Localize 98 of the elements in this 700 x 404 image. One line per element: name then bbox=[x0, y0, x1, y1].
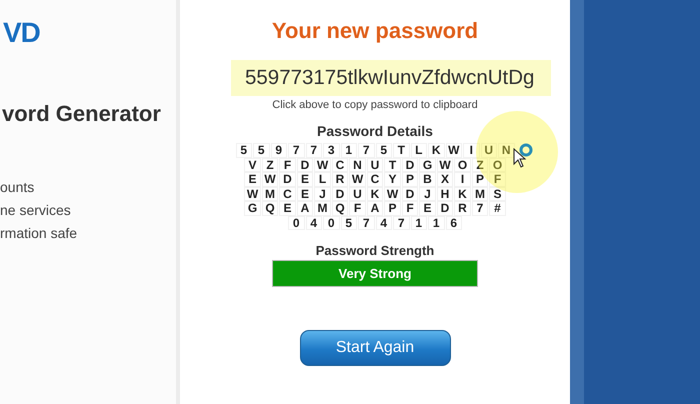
character-cell: 1 bbox=[410, 216, 427, 230]
character-cell: E bbox=[419, 201, 436, 216]
character-cell: 9 bbox=[270, 143, 287, 158]
character-cell: F bbox=[489, 172, 506, 186]
strength-bar: Very Strong bbox=[272, 260, 478, 287]
character-cell: C bbox=[279, 186, 296, 201]
character-cell: D bbox=[402, 186, 418, 201]
copy-hint: Click above to copy password to clipboard bbox=[272, 99, 478, 111]
character-cell: D bbox=[436, 201, 454, 216]
character-cell: M bbox=[314, 201, 331, 216]
character-cell: G bbox=[244, 201, 261, 216]
character-cell: 0 bbox=[323, 216, 340, 230]
character-cell: O bbox=[454, 158, 471, 172]
character-cell: 7 bbox=[358, 143, 374, 158]
feature-text: ne services bbox=[0, 201, 72, 220]
character-cell: 7 bbox=[472, 201, 488, 216]
character-cell: W bbox=[349, 172, 366, 186]
character-cell: J bbox=[314, 186, 331, 201]
character-cell: D bbox=[279, 172, 296, 186]
character-cell: F bbox=[402, 201, 418, 216]
character-cell: W bbox=[436, 158, 454, 172]
character-cell: U bbox=[349, 186, 366, 201]
character-cell: 7 bbox=[358, 216, 374, 230]
character-cell: W bbox=[244, 186, 261, 201]
character-cell: F bbox=[349, 201, 366, 216]
character-cell: N bbox=[349, 158, 366, 172]
character-cell: B bbox=[419, 172, 436, 186]
character-cell: 7 bbox=[393, 216, 410, 230]
character-cell: A bbox=[366, 201, 384, 216]
click-ring-icon bbox=[519, 143, 533, 157]
character-cell: Q bbox=[332, 201, 348, 216]
character-cell: I bbox=[463, 143, 480, 158]
character-cell: P bbox=[402, 172, 418, 186]
character-cell: L bbox=[410, 143, 427, 158]
page-heading: vord Generator bbox=[1, 101, 162, 127]
character-cell: 5 bbox=[236, 143, 252, 158]
character-cell: D bbox=[402, 158, 418, 172]
character-cell: W bbox=[262, 172, 278, 186]
character-cell: G bbox=[419, 158, 436, 172]
character-cell: S bbox=[489, 186, 506, 201]
character-cell: # bbox=[489, 201, 506, 216]
character-cell: J bbox=[419, 186, 436, 201]
character-cell: M bbox=[472, 186, 488, 201]
character-cell: T bbox=[393, 143, 410, 158]
details-heading: Password Details bbox=[317, 123, 433, 139]
character-cell: F bbox=[279, 158, 296, 172]
character-cell: Y bbox=[384, 172, 401, 186]
start-again-button[interactable]: Start Again bbox=[300, 330, 450, 366]
character-cell: R bbox=[332, 172, 348, 186]
character-cell: T bbox=[384, 158, 401, 172]
feature-text: rmation safe bbox=[0, 224, 78, 243]
password-field[interactable]: 559773175tlkwIunvZfdwcnUtDg bbox=[231, 60, 551, 96]
character-cell: E bbox=[296, 172, 314, 186]
character-cell: W bbox=[384, 186, 401, 201]
character-cell: Z bbox=[262, 158, 278, 172]
character-cell: 1 bbox=[428, 216, 444, 230]
character-cell: E bbox=[244, 172, 261, 186]
strength-heading: Password Strength bbox=[316, 243, 434, 258]
character-cell: 7 bbox=[306, 143, 322, 158]
character-cell: 4 bbox=[306, 216, 322, 230]
character-cell: R bbox=[454, 201, 471, 216]
character-cell: W bbox=[314, 158, 331, 172]
character-cell: W bbox=[446, 143, 462, 158]
character-cell: K bbox=[366, 186, 384, 201]
character-cell: K bbox=[454, 186, 471, 201]
character-cell: H bbox=[436, 186, 454, 201]
character-cell: I bbox=[454, 172, 471, 186]
character-cell: U bbox=[480, 143, 497, 158]
cursor-icon bbox=[513, 148, 527, 168]
character-cell: X bbox=[436, 172, 454, 186]
character-cell: C bbox=[332, 158, 348, 172]
character-cell: 5 bbox=[340, 216, 357, 230]
character-cell: 5 bbox=[253, 143, 270, 158]
character-cell: A bbox=[296, 201, 314, 216]
character-cell: K bbox=[428, 143, 444, 158]
character-cell: P bbox=[384, 201, 401, 216]
character-cell: M bbox=[262, 186, 278, 201]
character-cell: E bbox=[296, 186, 314, 201]
result-title: Your new password bbox=[272, 18, 478, 44]
character-cell: 0 bbox=[288, 216, 304, 230]
logo: VD bbox=[2, 17, 41, 49]
character-cell: E bbox=[279, 201, 296, 216]
character-cell: D bbox=[296, 158, 314, 172]
character-cell: C bbox=[366, 172, 384, 186]
character-cell: 5 bbox=[376, 143, 392, 158]
character-cell: 4 bbox=[376, 216, 392, 230]
character-cell: 3 bbox=[323, 143, 340, 158]
feature-text: ounts bbox=[0, 178, 36, 197]
character-cell: 6 bbox=[446, 216, 462, 230]
character-cell: Q bbox=[262, 201, 278, 216]
character-cell: V bbox=[244, 158, 261, 172]
character-cell: U bbox=[366, 158, 384, 172]
character-cell: P bbox=[472, 172, 488, 186]
character-cell: 7 bbox=[288, 143, 304, 158]
character-cell: D bbox=[332, 186, 348, 201]
character-cell: L bbox=[314, 172, 331, 186]
character-cell: 1 bbox=[340, 143, 357, 158]
character-cell: O bbox=[489, 158, 506, 172]
